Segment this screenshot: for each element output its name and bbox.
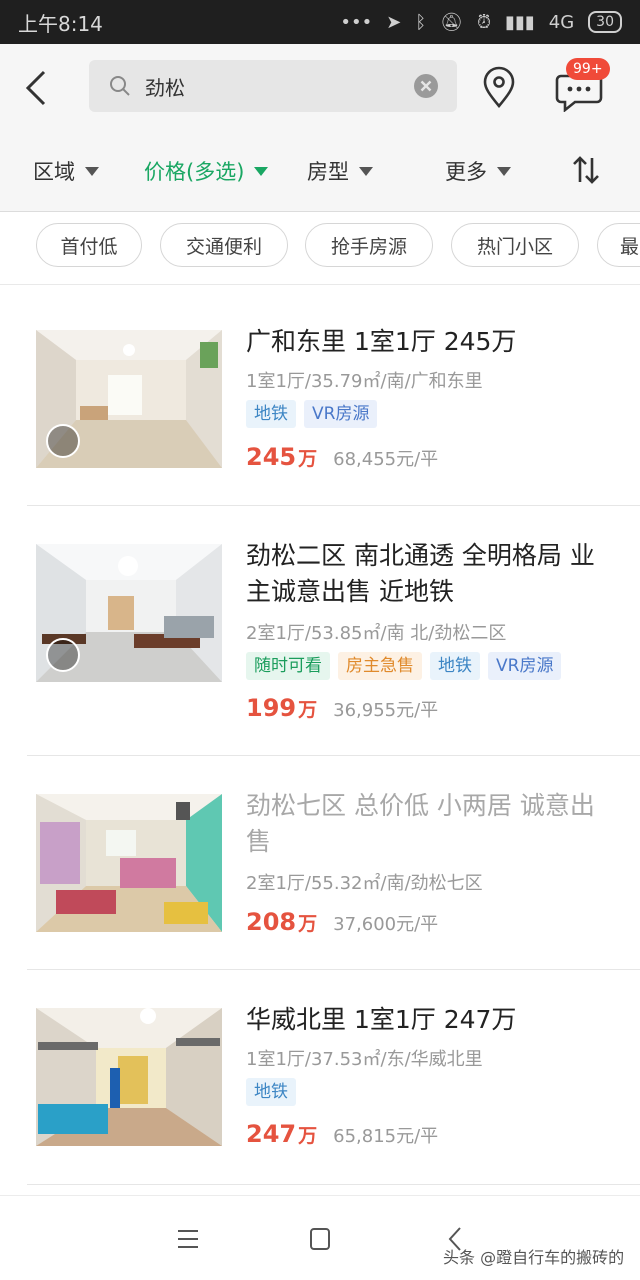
search-query: 劲松 <box>145 75 185 100</box>
listing-item[interactable]: 广和东里 1室1厅 245万 1室1厅/35.79㎡/南/广和东里 地铁 VR房… <box>0 290 640 505</box>
caret-down-icon <box>254 166 269 176</box>
listing-item[interactable]: 劲松二区 南北通透 全明格局 业主诚意出售 近地铁 2室1厅/53.85㎡/南 … <box>0 506 640 754</box>
filter-label: 更多 <box>445 160 487 184</box>
quick-tag[interactable]: 最 <box>597 223 640 267</box>
listing-price: 199 万 36,955元/平 <box>246 694 438 722</box>
price-unit: 万 <box>298 1125 318 1147</box>
filter-bar: 区域 价格(多选) 房型 更多 <box>0 132 640 212</box>
quick-tag-row: 首付低 交通便利 抢手房源 热门小区 最 <box>0 213 640 285</box>
unit-price: 36,955元/平 <box>333 700 439 721</box>
search-input[interactable]: 劲松 <box>89 60 457 112</box>
mute-bell-icon: 🔕︎ <box>440 11 463 33</box>
listing-title: 华威北里 1室1厅 247万 <box>246 1005 517 1034</box>
listing-tags: 随时可看 房主急售 地铁 VR房源 <box>246 652 562 680</box>
listing-price: 208 万 37,600元/平 <box>246 908 438 936</box>
status-time: 上午8:14 <box>18 11 103 36</box>
bluetooth-icon: ᛒ <box>415 11 427 33</box>
location-arrow-icon: ➤ <box>386 11 402 33</box>
unit-price: 68,455元/平 <box>333 449 439 470</box>
menu-icon[interactable] <box>172 1224 204 1254</box>
listing-photo <box>36 1008 222 1146</box>
message-count-badge: 99+ <box>566 58 610 80</box>
battery-icon: 30 <box>588 11 622 33</box>
filter-label: 价格(多选) <box>144 160 245 184</box>
listing-title: 劲松二区 南北通透 全明格局 业主诚意出售 近地铁 <box>246 541 595 606</box>
price-unit: 万 <box>298 699 318 721</box>
unit-price: 37,600元/平 <box>333 914 439 935</box>
network-type: 4G <box>548 11 575 33</box>
sort-icon[interactable] <box>570 154 602 186</box>
listing-item[interactable]: 劲松七区 总价低 小两居 诚意出售 2室1厅/55.32㎡/南/劲松七区 208… <box>0 756 640 968</box>
listing-title: 广和东里 1室1厅 245万 <box>246 327 517 356</box>
filter-label: 房型 <box>307 160 349 184</box>
tag-metro: 地铁 <box>430 652 480 680</box>
more-dots-icon: ••• <box>340 11 373 33</box>
alarm-icon: ⏰︎ <box>477 11 492 33</box>
divider <box>27 1184 640 1185</box>
listing-title: 劲松七区 总价低 小两居 诚意出售 <box>246 791 595 856</box>
search-icon <box>110 76 130 96</box>
filter-layout[interactable]: 房型 <box>307 156 373 186</box>
signal-icon: ▮▮▮ <box>505 11 535 33</box>
listing-tags: 地铁 <box>246 1078 296 1106</box>
status-bar: 上午8:14 ••• ➤ ᛒ 🔕︎ ⏰︎ ▮▮▮ 4G 30 <box>0 0 640 44</box>
listing-meta: 2室1厅/53.85㎡/南 北/劲松二区 <box>246 623 507 644</box>
caret-down-icon <box>85 166 99 176</box>
listing-meta: 2室1厅/55.32㎡/南/劲松七区 <box>246 873 483 894</box>
quick-tag[interactable]: 抢手房源 <box>305 223 433 267</box>
tag-vr: VR房源 <box>488 652 562 680</box>
status-icons: ••• ➤ ᛒ 🔕︎ ⏰︎ ▮▮▮ 4G 30 <box>340 11 622 33</box>
quick-tag[interactable]: 交通便利 <box>160 223 288 267</box>
clear-icon[interactable] <box>413 73 439 99</box>
back-button[interactable] <box>22 66 52 110</box>
tag-urgent-sale: 房主急售 <box>338 652 422 680</box>
listing-price: 247 万 65,815元/平 <box>246 1120 438 1148</box>
caret-down-icon <box>497 166 511 176</box>
unit-price: 65,815元/平 <box>333 1126 439 1147</box>
home-icon[interactable] <box>304 1224 336 1254</box>
caret-down-icon <box>359 166 373 176</box>
tag-metro: 地铁 <box>246 400 296 428</box>
price-value: 208 <box>246 908 297 936</box>
listing-meta: 1室1厅/35.79㎡/南/广和东里 <box>246 371 483 392</box>
price-value: 247 <box>246 1120 297 1148</box>
price-value: 245 <box>246 443 297 471</box>
watermark: 头条 @蹬自行车的搬砖的 <box>443 1248 625 1267</box>
tag-metro: 地铁 <box>246 1078 296 1106</box>
vr-icon <box>46 424 80 458</box>
listing-tags: 地铁 VR房源 <box>246 400 378 428</box>
listing-meta: 1室1厅/37.53㎡/东/华威北里 <box>246 1049 483 1070</box>
listing-photo <box>36 330 222 468</box>
listing-photo <box>36 544 222 682</box>
filter-area[interactable]: 区域 <box>33 156 99 186</box>
vr-icon <box>46 638 80 672</box>
quick-tag[interactable]: 热门小区 <box>451 223 579 267</box>
tag-viewable-anytime: 随时可看 <box>246 652 330 680</box>
listing-item[interactable]: 华威北里 1室1厅 247万 1室1厅/37.53㎡/东/华威北里 地铁 247… <box>0 970 640 1184</box>
price-value: 199 <box>246 694 297 722</box>
location-pin-icon[interactable] <box>481 66 517 110</box>
search-header: 劲松 99+ <box>0 44 640 132</box>
filter-more[interactable]: 更多 <box>445 156 511 186</box>
price-unit: 万 <box>298 448 318 470</box>
filter-price[interactable]: 价格(多选) <box>144 156 269 186</box>
listing-price: 245 万 68,455元/平 <box>246 443 438 471</box>
listing-photo <box>36 794 222 932</box>
tag-vr: VR房源 <box>304 400 378 428</box>
filter-label: 区域 <box>33 160 75 184</box>
quick-tag[interactable]: 首付低 <box>36 223 142 267</box>
price-unit: 万 <box>298 913 318 935</box>
